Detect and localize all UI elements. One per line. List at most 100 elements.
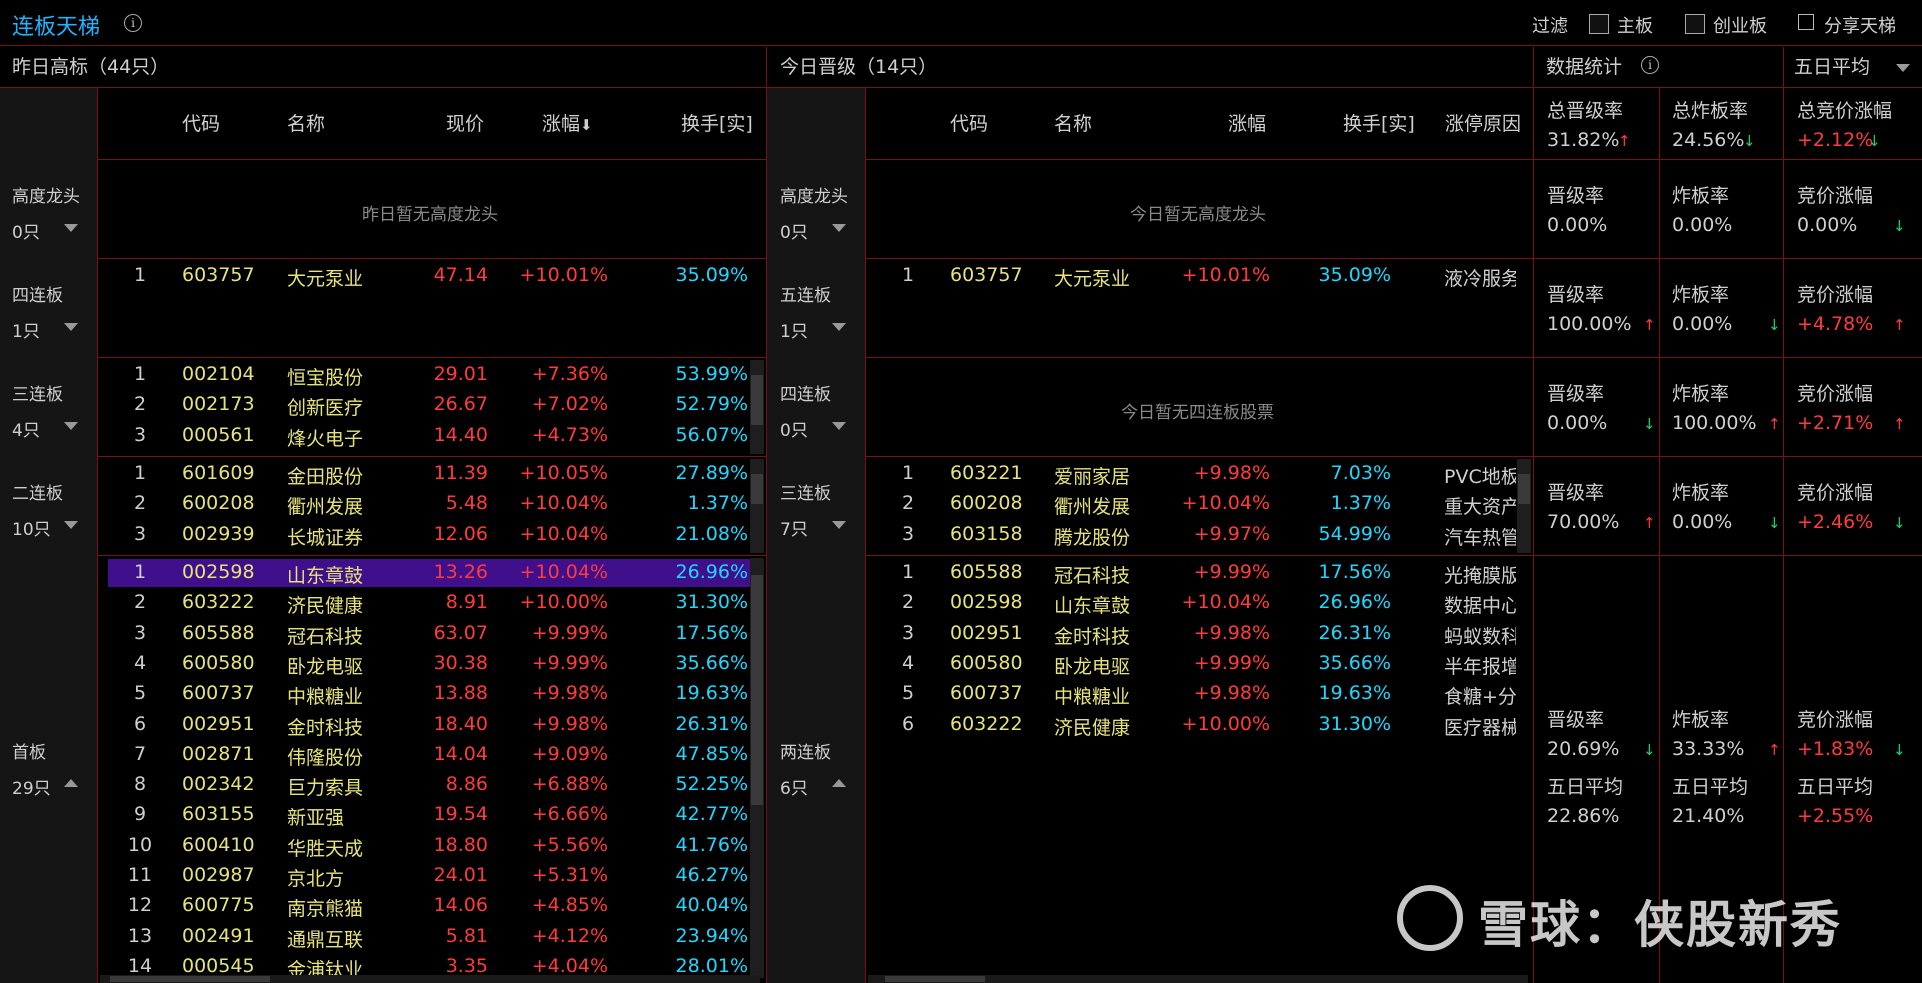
info-icon[interactable]: i (124, 14, 142, 32)
main-board-checkbox[interactable] (1589, 14, 1609, 34)
table-row[interactable]: 1 603757 大元泵业 +10.01% 35.09% 液冷服务器 (866, 264, 1516, 292)
stock-code[interactable]: 002939 (182, 523, 255, 545)
stock-name[interactable]: 爱丽家居 (1054, 462, 1130, 489)
stock-code[interactable]: 600775 (182, 894, 255, 916)
stock-code[interactable]: 603158 (950, 523, 1023, 545)
limit-reason[interactable]: 光掩膜版 (1444, 561, 1516, 588)
limit-reason[interactable]: 医疗器械+ (1444, 713, 1516, 740)
mid-col-reason[interactable]: 涨停原因 (1445, 109, 1521, 136)
stock-name[interactable]: 大元泵业 (287, 264, 363, 291)
stock-code[interactable]: 600580 (182, 652, 255, 674)
table-row[interactable]: 2 603222 济民健康 8.91 +10.00% 31.30% (98, 591, 748, 619)
limit-reason[interactable]: PVC地板 (1444, 462, 1516, 489)
stock-name[interactable]: 通鼎互联 (287, 925, 363, 952)
stock-code[interactable]: 600208 (950, 492, 1023, 514)
table-row[interactable]: 5 600737 中粮糖业 +9.98% 19.63% 食糖+分红 (866, 682, 1516, 710)
table-row[interactable]: 3 603158 腾龙股份 +9.97% 54.99% 汽车热管 (866, 523, 1516, 551)
left-col-price[interactable]: 现价 (446, 109, 484, 136)
left-count-first-board[interactable]: 29只 (12, 774, 51, 799)
mid-count-3board[interactable]: 7只 (780, 515, 808, 540)
left-count-4board[interactable]: 1只 (12, 317, 40, 342)
stock-code[interactable]: 002871 (182, 743, 255, 765)
chevron-down-icon[interactable] (832, 422, 846, 430)
table-row[interactable]: 12 600775 南京熊猫 14.06 +4.85% 40.04% (98, 894, 748, 922)
table-row[interactable]: 6 603222 济民健康 +10.00% 31.30% 医疗器械+ (866, 713, 1516, 741)
left-col-name[interactable]: 名称 (287, 109, 325, 136)
limit-reason[interactable]: 液冷服务器 (1444, 264, 1516, 291)
scrollbar-thumb[interactable] (751, 575, 763, 805)
stock-code[interactable]: 601609 (182, 462, 255, 484)
stock-name[interactable]: 济民健康 (1054, 713, 1130, 740)
table-row[interactable]: 11 002987 京北方 24.01 +5.31% 46.27% (98, 864, 748, 892)
stock-code[interactable]: 605588 (182, 622, 255, 644)
stock-name[interactable]: 中粮糖业 (1054, 682, 1130, 709)
table-row[interactable]: 1 002598 山东章鼓 13.26 +10.04% 26.96% (98, 561, 748, 589)
chevron-down-icon[interactable] (64, 224, 78, 232)
main-board-label[interactable]: 主板 (1617, 12, 1653, 38)
table-row[interactable]: 5 600737 中粮糖业 13.88 +9.98% 19.63% (98, 682, 748, 710)
share-button[interactable]: 分享天梯 (1824, 12, 1896, 38)
stock-code[interactable]: 002104 (182, 363, 255, 385)
stock-name[interactable]: 中粮糖业 (287, 682, 363, 709)
stock-code[interactable]: 600737 (950, 682, 1023, 704)
mid-col-turnover[interactable]: 换手[实] (1343, 109, 1415, 136)
stock-name[interactable]: 卧龙电驱 (287, 652, 363, 679)
growth-board-checkbox[interactable] (1685, 14, 1705, 34)
stock-name[interactable]: 冠石科技 (1054, 561, 1130, 588)
stock-code[interactable]: 603222 (182, 591, 255, 613)
avg-select[interactable]: 五日平均 (1782, 47, 1922, 87)
stock-code[interactable]: 000545 (182, 955, 255, 977)
stock-name[interactable]: 京北方 (287, 864, 344, 891)
stock-code[interactable]: 002951 (950, 622, 1023, 644)
share-icon[interactable] (1798, 14, 1814, 30)
mid-col-code[interactable]: 代码 (950, 109, 988, 136)
table-row[interactable]: 2 600208 衢州发展 +10.04% 1.37% 重大资产 (866, 492, 1516, 520)
stock-name[interactable]: 金时科技 (1054, 622, 1130, 649)
stock-name[interactable]: 烽火电子 (287, 424, 363, 451)
table-row[interactable]: 1 605588 冠石科技 +9.99% 17.56% 光掩膜版 (866, 561, 1516, 589)
stock-code[interactable]: 603222 (950, 713, 1023, 735)
stock-code[interactable]: 603757 (182, 264, 255, 286)
limit-reason[interactable]: 数据中心+ (1444, 591, 1516, 618)
chevron-up-icon[interactable] (832, 779, 846, 787)
limit-reason[interactable]: 蚂蚁数科 (1444, 622, 1516, 649)
table-row[interactable]: 4 600580 卧龙电驱 30.38 +9.99% 35.66% (98, 652, 748, 680)
stock-name[interactable]: 冠石科技 (287, 622, 363, 649)
table-row[interactable]: 3 000561 烽火电子 14.40 +4.73% 56.07% (98, 424, 748, 452)
mid-count-2board[interactable]: 6只 (780, 774, 808, 799)
mid-count-4board[interactable]: 0只 (780, 416, 808, 441)
table-row[interactable]: 3 002951 金时科技 +9.98% 26.31% 蚂蚁数科 (866, 622, 1516, 650)
limit-reason[interactable]: 半年报增长 (1444, 652, 1516, 679)
horizontal-scrollbar-thumb[interactable] (885, 976, 985, 982)
left-count-2board[interactable]: 10只 (12, 515, 51, 540)
table-row[interactable]: 7 002871 伟隆股份 14.04 +9.09% 47.85% (98, 743, 748, 771)
left-col-turnover[interactable]: 换手[实] (681, 109, 753, 136)
table-row[interactable]: 1 603221 爱丽家居 +9.98% 7.03% PVC地板 (866, 462, 1516, 490)
left-count-height-leader[interactable]: 0只 (12, 218, 40, 243)
limit-reason[interactable]: 汽车热管 (1444, 523, 1516, 550)
mid-col-name[interactable]: 名称 (1054, 109, 1092, 136)
stock-code[interactable]: 600737 (182, 682, 255, 704)
growth-board-label[interactable]: 创业板 (1713, 12, 1767, 38)
table-row[interactable]: 2 002173 创新医疗 26.67 +7.02% 52.79% (98, 393, 748, 421)
stock-name[interactable]: 华胜天成 (287, 834, 363, 861)
left-col-change[interactable]: 涨幅⬇ (542, 109, 593, 136)
stock-name[interactable]: 恒宝股份 (287, 363, 363, 390)
limit-reason[interactable]: 食糖+分红 (1444, 682, 1516, 709)
stock-name[interactable]: 新亚强 (287, 803, 344, 830)
scrollbar-thumb[interactable] (751, 474, 763, 504)
left-col-code[interactable]: 代码 (182, 109, 220, 136)
stock-code[interactable]: 603155 (182, 803, 255, 825)
stock-name[interactable]: 腾龙股份 (1054, 523, 1130, 550)
stock-name[interactable]: 衢州发展 (1054, 492, 1130, 519)
stock-name[interactable]: 伟隆股份 (287, 743, 363, 770)
stats-info-icon[interactable]: i (1641, 56, 1659, 74)
table-row[interactable]: 1 002104 恒宝股份 29.01 +7.36% 53.99% (98, 363, 748, 391)
stock-name[interactable]: 衢州发展 (287, 492, 363, 519)
stock-name[interactable]: 大元泵业 (1054, 264, 1130, 291)
stock-code[interactable]: 605588 (950, 561, 1023, 583)
table-row[interactable]: 1 601609 金田股份 11.39 +10.05% 27.89% (98, 462, 748, 490)
table-row[interactable]: 2 002598 山东章鼓 +10.04% 26.96% 数据中心+ (866, 591, 1516, 619)
stock-code[interactable]: 002342 (182, 773, 255, 795)
stock-code[interactable]: 002987 (182, 864, 255, 886)
